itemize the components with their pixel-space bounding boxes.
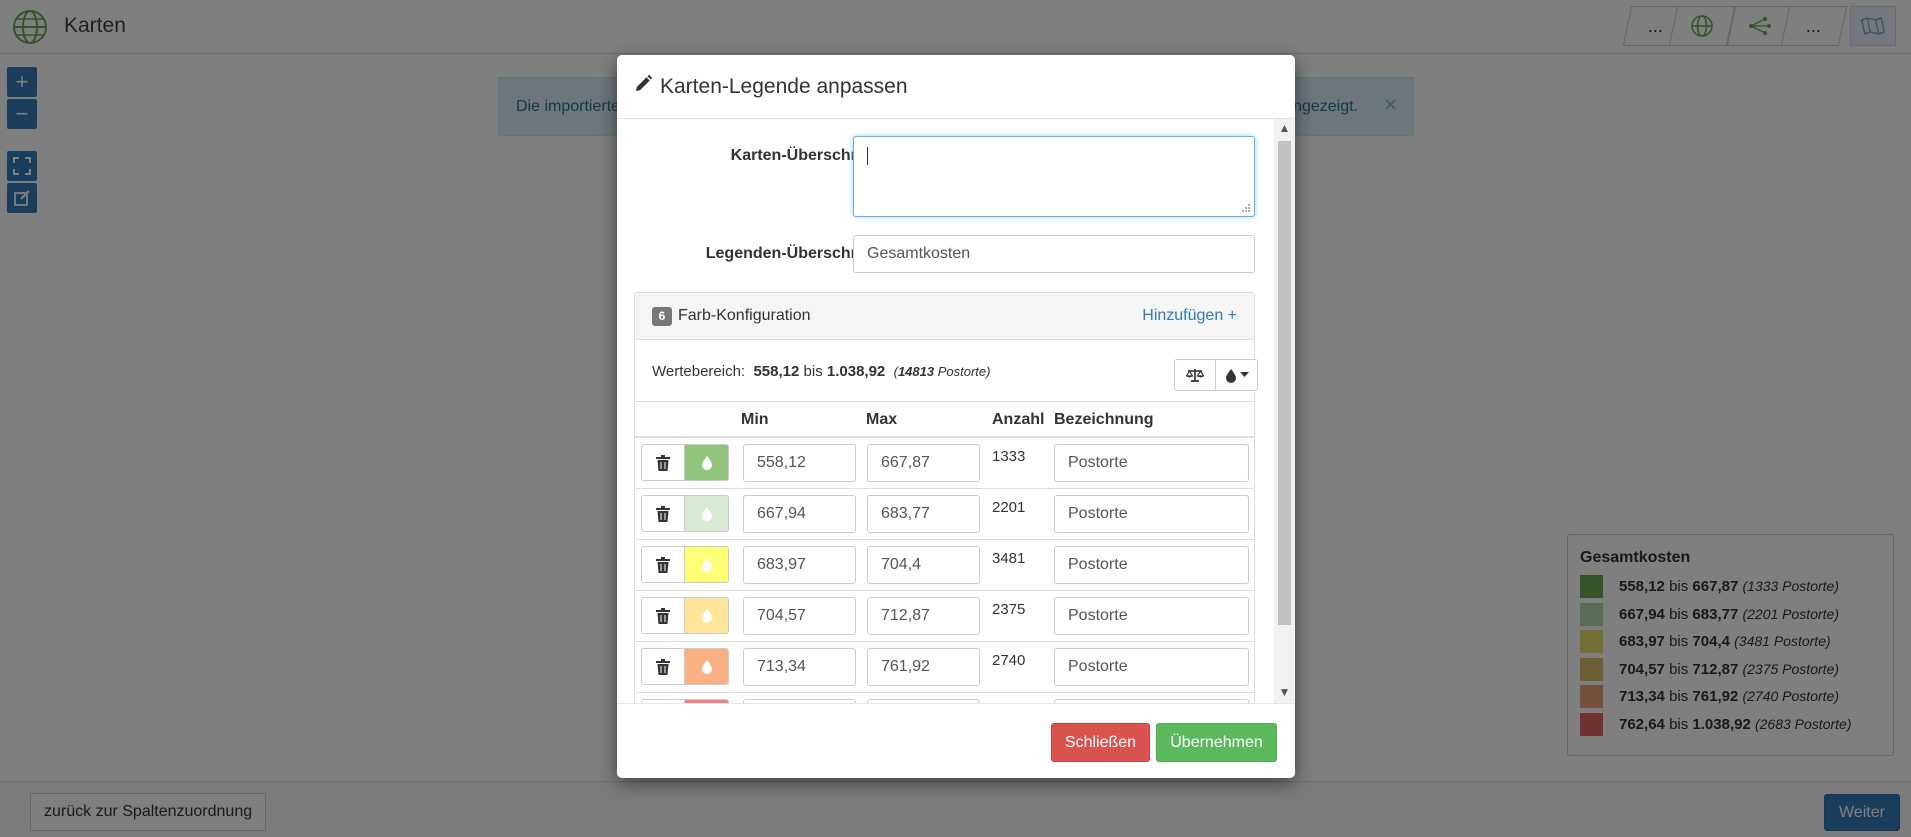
trash-icon (656, 454, 670, 471)
panel-title: Farb-Konfiguration (678, 307, 811, 324)
dialog-footer: Schließen Übernehmen (617, 703, 1295, 778)
table-row (635, 693, 1254, 703)
text-caret (867, 147, 868, 165)
apply-button[interactable]: Übernehmen (1156, 723, 1277, 762)
range-tools (1174, 359, 1258, 391)
count-value: 2201 (992, 499, 1026, 516)
panel-heading: 6 Farb-Konfiguration Hinzufügen + (635, 293, 1254, 340)
color-table-header: Min Max Anzahl Bezeichnung (635, 401, 1254, 438)
color-picker-button[interactable] (685, 648, 729, 685)
trash-icon (656, 607, 670, 624)
col-count: Anzahl (992, 411, 1045, 428)
col-label: Bezeichnung (1054, 411, 1154, 428)
table-row: 683,97 704,4 3481 Postorte (635, 540, 1254, 591)
dialog-title: Karten-Legende anpassen (660, 75, 908, 98)
tint-icon (701, 609, 712, 623)
color-scheme-dropdown[interactable] (1216, 359, 1258, 391)
count-value: 2740 (992, 652, 1026, 669)
min-input[interactable]: 558,12 (743, 444, 856, 482)
tint-icon (701, 456, 712, 470)
tint-icon (701, 558, 712, 572)
tint-icon (701, 507, 712, 521)
color-picker-button[interactable] (685, 495, 729, 532)
resize-grip-icon[interactable] (1241, 203, 1251, 213)
label-input[interactable]: Postorte (1054, 546, 1249, 584)
label-input[interactable]: Postorte (1054, 597, 1249, 635)
pencil-icon (636, 74, 653, 91)
table-row: 558,12 667,87 1333 Postorte (635, 438, 1254, 489)
legend-edit-dialog: Karten-Legende anpassen Karten-Überschri… (617, 55, 1295, 778)
trash-icon (656, 505, 670, 522)
max-input[interactable]: 712,87 (867, 597, 980, 635)
delete-row-button[interactable] (641, 495, 685, 532)
trash-icon (656, 556, 670, 573)
table-row: 704,57 712,87 2375 Postorte (635, 591, 1254, 642)
min-input[interactable]: 683,97 (743, 546, 856, 584)
scroll-up-icon[interactable]: ▲ (1274, 121, 1295, 135)
delete-row-button[interactable] (641, 444, 685, 481)
max-input[interactable]: 704,4 (867, 546, 980, 584)
max-input[interactable]: 667,87 (867, 444, 980, 482)
map-heading-label: Karten-Überschrift (730, 147, 872, 164)
count-value: 1333 (992, 448, 1026, 465)
delete-row-button[interactable] (641, 597, 685, 634)
balance-scale-icon (1186, 369, 1204, 382)
delete-row-button[interactable] (641, 648, 685, 685)
balance-button[interactable] (1174, 359, 1216, 391)
color-picker-button[interactable] (685, 444, 729, 481)
add-color-link[interactable]: Hinzufügen + (1142, 307, 1237, 325)
legend-heading-label: Legenden-Überschrift (705, 245, 872, 262)
scrollbar-thumb[interactable] (1278, 141, 1291, 625)
col-max: Max (866, 411, 898, 428)
min-input[interactable]: 713,34 (743, 648, 856, 686)
color-config-panel: 6 Farb-Konfiguration Hinzufügen + Werteb… (634, 292, 1258, 703)
scroll-down-icon[interactable]: ▼ (1274, 685, 1295, 699)
dialog-header: Karten-Legende anpassen (617, 55, 1295, 119)
label-input[interactable]: Postorte (1054, 495, 1249, 533)
count-value: 2375 (992, 601, 1026, 618)
close-button[interactable]: Schließen (1051, 723, 1150, 762)
legend-heading-input[interactable]: Gesamtkosten (853, 235, 1255, 273)
count-value: 3481 (992, 550, 1026, 567)
table-row: 667,94 683,77 2201 Postorte (635, 489, 1254, 540)
max-input[interactable]: 761,92 (867, 648, 980, 686)
dialog-scrollbar[interactable]: ▲ ▼ (1274, 119, 1295, 703)
color-picker-button[interactable] (685, 546, 729, 583)
caret-down-icon (1239, 372, 1249, 377)
table-row: 713,34 761,92 2740 Postorte (635, 642, 1254, 693)
max-input[interactable]: 683,77 (867, 495, 980, 533)
color-picker-button[interactable] (685, 597, 729, 634)
col-min: Min (741, 411, 769, 428)
tint-icon (701, 660, 712, 674)
count-badge: 6 (652, 307, 672, 326)
delete-row-button[interactable] (641, 546, 685, 583)
min-input[interactable]: 667,94 (743, 495, 856, 533)
label-input[interactable]: Postorte (1054, 648, 1249, 686)
map-heading-textarea[interactable] (853, 136, 1255, 217)
min-input[interactable]: 704,57 (743, 597, 856, 635)
value-range: Wertebereich: 558,12 bis 1.038,92 (14813… (652, 363, 991, 380)
label-input[interactable]: Postorte (1054, 444, 1249, 482)
dialog-body: Karten-Überschrift Legenden-Überschrift … (617, 119, 1295, 703)
tint-icon (1225, 368, 1236, 383)
trash-icon (656, 658, 670, 675)
